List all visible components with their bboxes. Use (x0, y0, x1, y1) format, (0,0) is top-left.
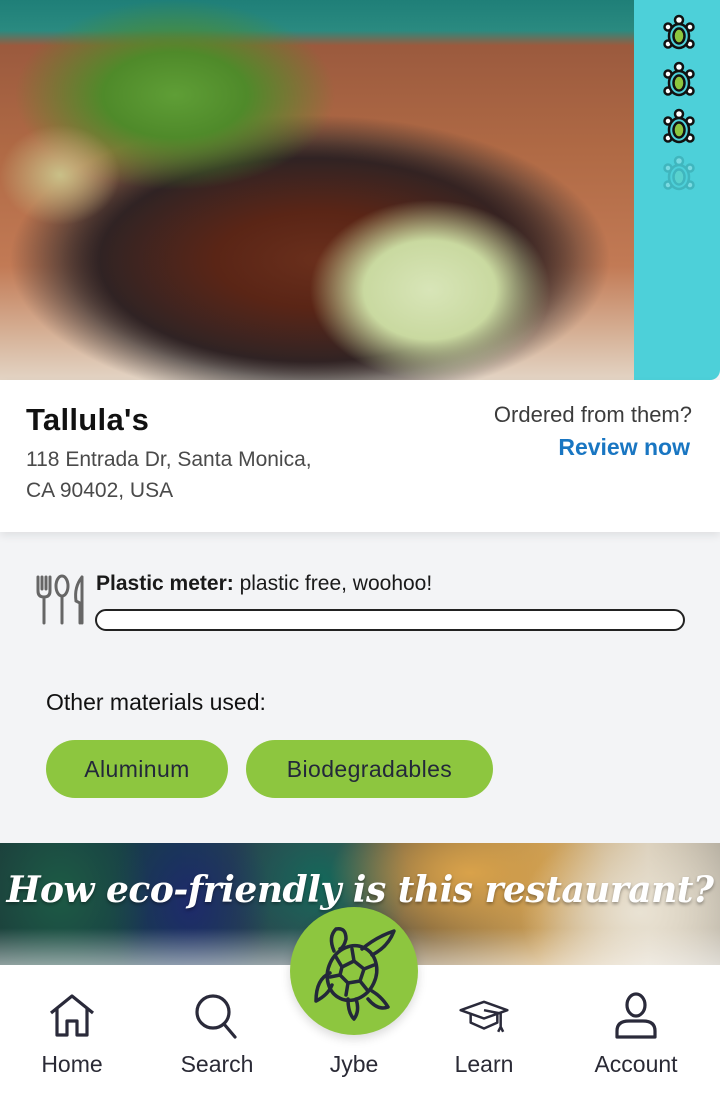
material-chip-biodegradables: Biodegradables (246, 740, 493, 798)
restaurant-address: 118 Entrada Dr, Santa Monica, CA 90402, … (26, 444, 366, 506)
nav-item-learn[interactable]: Learn (424, 965, 544, 1101)
nav-item-home[interactable]: Home (12, 965, 132, 1101)
turtle-rating-icon (662, 14, 696, 54)
plastic-meter-label: Plastic meter: plastic free, woohoo! (96, 572, 432, 596)
nav-label-account: Account (594, 1051, 678, 1077)
turtle-rating-icon-empty (662, 155, 696, 195)
plastic-meter-title: Plastic meter: (96, 572, 234, 595)
search-icon (195, 994, 237, 1039)
user-icon (615, 992, 657, 1039)
utensils-icon (34, 573, 90, 629)
graduation-cap-icon (459, 1000, 509, 1033)
review-now-link[interactable]: Review now (558, 434, 690, 461)
plastic-meter-value: plastic free, woohoo! (239, 572, 433, 595)
restaurant-name: Tallula's (26, 402, 150, 437)
plastic-meter-bar (95, 609, 685, 631)
address-line-2: CA 90402, USA (26, 479, 174, 502)
restaurant-detail-page: Tallula's 118 Entrada Dr, Santa Monica, … (0, 0, 720, 1101)
hero (0, 0, 720, 380)
nav-label-learn: Learn (454, 1051, 514, 1077)
materials-title: Other materials used: (46, 689, 266, 715)
nav-label-jybe: Jybe (329, 1051, 379, 1077)
review-prompt: Ordered from them? (493, 402, 692, 427)
home-icon (49, 994, 95, 1037)
nav-label-search: Search (180, 1051, 254, 1077)
turtle-rating-icon (662, 61, 696, 101)
banner-title: How eco-friendly is this restaurant? (6, 869, 714, 911)
restaurant-info-card: Tallula's 118 Entrada Dr, Santa Monica, … (0, 380, 720, 532)
address-line-1: 118 Entrada Dr, Santa Monica, (26, 448, 312, 471)
nav-item-account[interactable]: Account (576, 965, 696, 1101)
food-photo (0, 0, 640, 380)
nav-item-search[interactable]: Search (157, 965, 277, 1101)
jybe-fab-button[interactable] (290, 907, 418, 1035)
turtle-rating-icon (662, 108, 696, 148)
turtle-icon (314, 926, 396, 1021)
eco-rating-strip (634, 0, 720, 380)
material-chip-aluminum: Aluminum (46, 740, 228, 798)
nav-label-home: Home (41, 1051, 103, 1077)
